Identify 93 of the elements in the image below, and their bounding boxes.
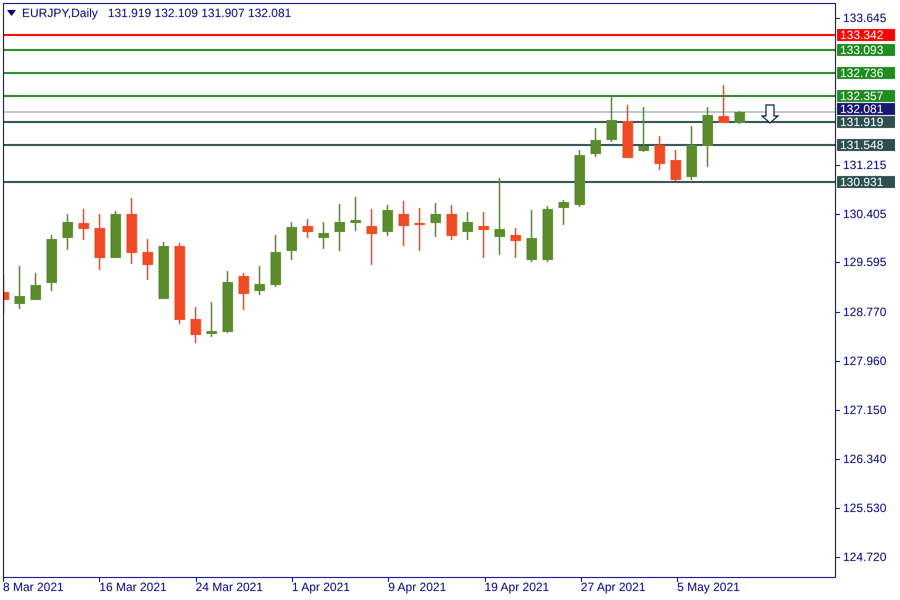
price-axis-label: 131.215 [843,158,886,172]
candlestick [734,111,745,124]
candlestick [606,96,617,142]
price-axis-label: 130.405 [843,207,886,221]
price-axis-label: 133.645 [843,11,886,25]
axis-tick [836,410,840,411]
candlestick [670,150,681,181]
candlestick [302,219,313,238]
date-axis-label: 5 May 2021 [677,580,740,595]
axis-tick [836,165,840,166]
candlestick [110,211,121,258]
candlestick [718,85,729,123]
axis-tick [292,578,293,582]
price-level-label: 131.548 [837,139,895,151]
candlestick [366,209,377,265]
axis-tick [836,18,840,19]
dropdown-triangle-icon[interactable] [7,10,16,16]
axis-tick [484,578,486,582]
price-level-label: 133.342 [837,29,895,41]
price-axis-label: 125.530 [843,501,886,515]
price-level-label: 132.357 [837,90,895,102]
candlestick [30,273,41,300]
candlestick [542,206,553,262]
price-axis-label: 127.960 [843,354,886,368]
candlestick [462,212,473,240]
ohlc-values: 131.919 132.109 131.907 132.081 [108,5,292,21]
candlestick [334,204,345,251]
price-axis-label: 129.595 [843,255,886,269]
date-axis-label: 9 Apr 2021 [388,580,446,595]
candlestick [78,209,89,240]
date-axis-label: 8 Mar 2021 [3,580,64,595]
axis-tick [836,557,840,558]
candlestick [510,228,521,258]
candlestick [270,235,281,287]
price-axis-label: 127.150 [843,403,886,417]
candlestick [702,107,713,167]
axis-tick [836,361,840,362]
price-axis-label: 126.340 [843,452,886,466]
candlestick [286,222,297,260]
candlestick [142,239,153,280]
axis-tick [836,508,840,509]
candlestick [222,271,233,333]
axis-tick [836,459,840,460]
price-axis-label: 124.720 [843,550,886,564]
axis-tick [388,578,390,582]
candlestick [46,235,57,291]
price-axis-label: 128.770 [843,305,886,319]
axis-tick [836,262,840,263]
axis-tick [99,578,100,582]
candlestick [382,205,393,236]
axis-tick [196,578,197,582]
candlestick [126,198,137,264]
candlestick [638,107,649,152]
price-level-label: 131.919 [837,116,895,128]
candlestick [446,205,457,240]
axis-tick [836,312,840,313]
candlestick [574,150,585,207]
price-level-label: 132.736 [837,67,895,79]
axis-tick [3,578,4,582]
candlestick [350,197,361,231]
candlestick [94,214,105,270]
axis-tick [580,578,582,582]
candlestick [4,275,9,313]
candlestick [430,203,441,237]
price-level-label: 130.931 [837,176,895,188]
date-axis-label: 24 Mar 2021 [196,580,263,595]
candlestick [238,273,249,310]
candlestick [654,136,665,170]
candlestick [414,208,425,251]
symbol-timeframe: EURJPY,Daily [22,5,98,21]
candlestick [398,201,409,246]
candlestick [254,266,265,295]
candlestick [478,212,489,258]
date-axis-label: 16 Mar 2021 [99,580,167,595]
date-axis-label: 27 Apr 2021 [580,580,646,595]
candlestick [14,266,25,309]
candlestick [62,214,73,250]
candlestick [158,242,169,299]
price-level-label: 132.081 [837,103,895,115]
candlestick [526,210,537,262]
candlestick [318,222,329,249]
candlestick [686,126,697,180]
down-arrow-icon [760,104,780,124]
axis-tick [836,214,840,215]
date-axis-label: 1 Apr 2021 [292,580,350,595]
candlestick [622,105,633,158]
candlestick [206,302,217,337]
candlestick [558,200,569,225]
axis-tick [677,578,678,582]
candlestick [590,128,601,157]
date-axis-label: 19 Apr 2021 [484,580,550,595]
price-level-label: 133.093 [837,44,895,56]
candlestick [190,307,201,343]
